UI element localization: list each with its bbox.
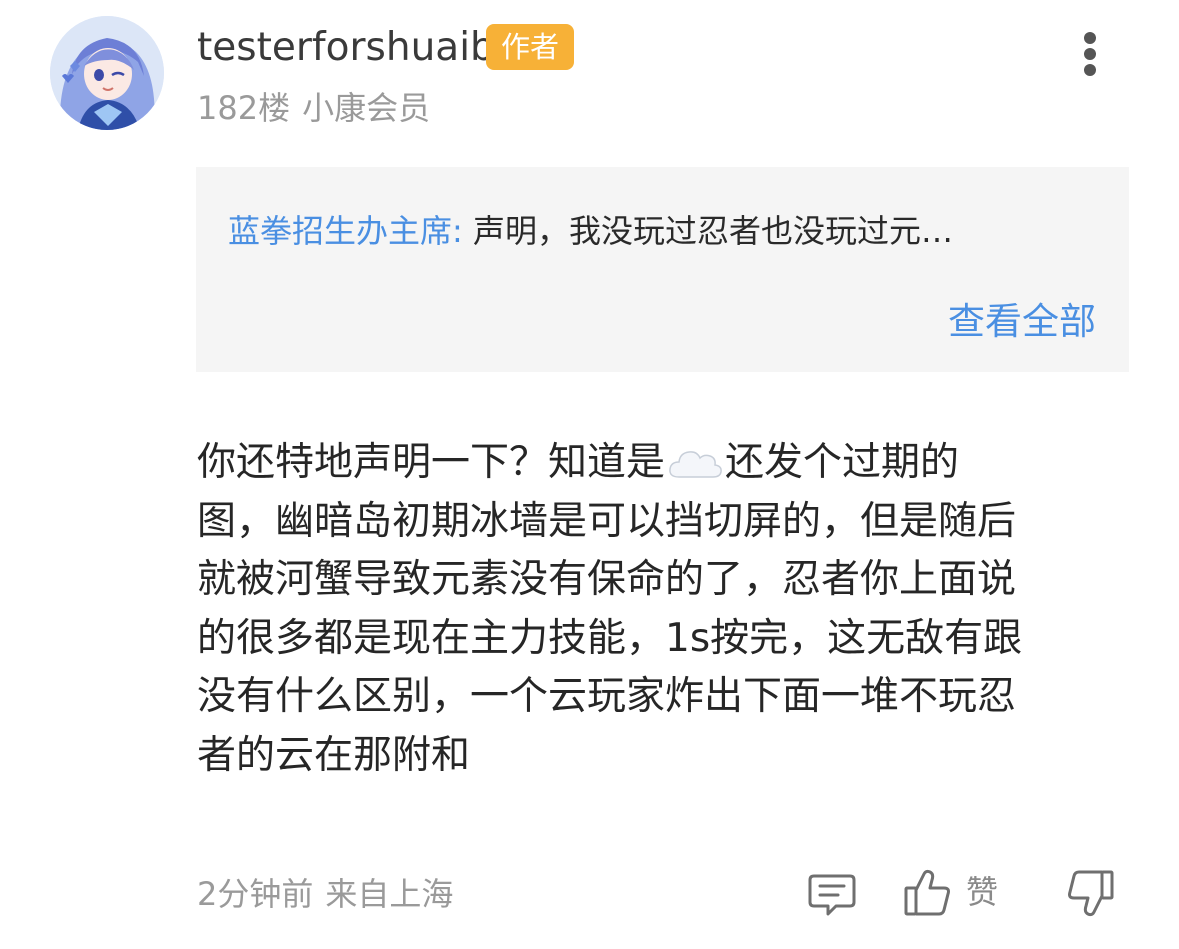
comment-line: 你还特地声明一下？知道是 还发个过期的 [197, 434, 1127, 493]
quote-author[interactable]: 蓝拳招生办主席: [228, 212, 463, 250]
comment-icon [808, 874, 856, 916]
view-all-link[interactable]: 查看全部 [948, 297, 1096, 347]
post-meta: 182楼 小康会员 [197, 86, 430, 130]
post-time: 2分钟前 [197, 875, 314, 913]
comment-line: 者的云在那附和 [197, 732, 471, 778]
comment-body: 你还特地声明一下？知道是 还发个过期的 图，幽暗岛初期冰墙是可以挡切屏的，但是随后… [197, 434, 1127, 785]
username[interactable]: testerforshuaib [197, 22, 495, 74]
thumbs-up-icon [904, 869, 950, 916]
comment-text-segment: 你还特地声明一下？知道是 [197, 440, 666, 485]
avatar-image [50, 16, 164, 130]
avatar[interactable] [50, 16, 164, 130]
footer-meta: 2分钟前 来自上海 [197, 872, 453, 916]
quote-line: 蓝拳招生办主席: 声明，我没玩过忍者也没玩过元… [228, 209, 953, 253]
comment-line: 就被河蟹导致元素没有保命的了，忍者你上面说 [197, 557, 1017, 602]
comment-line: 没有什么区别，一个云玩家炸出下面一堆不玩忍 [197, 674, 1017, 719]
comment-line: 图，幽暗岛初期冰墙是可以挡切屏的，但是随后 [197, 498, 1017, 544]
more-vertical-icon[interactable] [1066, 26, 1116, 82]
dislike-button[interactable] [1064, 868, 1116, 920]
floor-number: 182楼 [197, 89, 291, 127]
quoted-reply[interactable]: 蓝拳招生办主席: 声明，我没玩过忍者也没玩过元… 查看全部 [196, 167, 1129, 372]
like-label: 赞 [966, 873, 999, 911]
comment-line: 的很多都是现在主力技能，1s按完，这无敌有跟 [197, 615, 1023, 661]
post-location: 来自上海 [325, 875, 454, 913]
comment-text-segment: 还发个过期的 [725, 440, 960, 485]
thumbs-down-icon [1068, 870, 1114, 917]
reply-button[interactable] [806, 868, 858, 920]
quote-text: 声明，我没玩过忍者也没玩过元… [472, 212, 953, 250]
cloud-emoji-icon [669, 451, 722, 478]
author-badge: 作者 [486, 24, 574, 70]
like-button[interactable]: 赞 [902, 864, 1012, 920]
member-level: 小康会员 [302, 89, 431, 127]
